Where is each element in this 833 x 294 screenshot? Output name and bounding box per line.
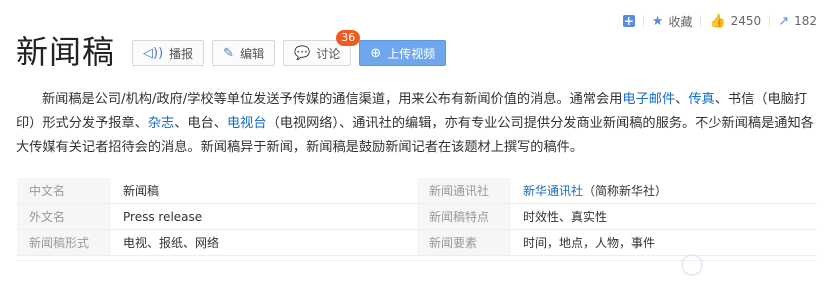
info-value: 时间，地点，人物，事件	[511, 229, 817, 256]
summary-sep: 、	[675, 92, 689, 107]
info-key: 新闻通讯社	[417, 178, 511, 204]
edit-label: 编辑	[240, 46, 265, 61]
watermark-icon	[681, 254, 703, 276]
share-icon: ↗	[778, 13, 790, 29]
info-row: 中文名 新闻稿 新闻通讯社 新华通讯社（简称新华社）	[17, 178, 817, 204]
summary-text-1: 新闻稿是公司/机构/政府/学校等单位发送予传媒的通信渠道，用来公布有新闻价值的消…	[42, 92, 623, 107]
report-button[interactable]: ◁)) 播报	[132, 40, 205, 66]
chat-icon: 💬	[294, 45, 311, 61]
link-xinhua[interactable]: 新华通讯社	[523, 184, 583, 198]
thumbs-up-icon: 👍	[709, 13, 726, 29]
share-button[interactable]: ↗ 182	[770, 12, 825, 30]
info-row: 外文名 Press release 新闻稿特点 时效性、真实性	[17, 203, 817, 230]
star-icon: ★	[651, 13, 664, 29]
favorite-button[interactable]: ★ 收藏	[644, 12, 701, 30]
info-key: 中文名	[17, 178, 111, 204]
page-title: 新闻稿	[16, 33, 116, 71]
top-actions: + ★ 收藏 👍 2450 ↗ 182	[615, 12, 825, 30]
info-key: 新闻稿形式	[17, 229, 111, 256]
link-tv-station[interactable]: 电视台	[227, 116, 267, 131]
share-count: 182	[794, 14, 817, 28]
like-count: 2450	[730, 14, 762, 28]
info-value: 新华通讯社（简称新华社）	[511, 178, 817, 204]
info-key: 新闻要素	[417, 229, 511, 256]
add-button[interactable]: +	[615, 12, 643, 30]
link-magazine[interactable]: 杂志	[148, 116, 174, 131]
summary-text-3: 、电台、	[174, 116, 227, 131]
favorite-label: 收藏	[668, 14, 693, 29]
link-email[interactable]: 电子邮件	[622, 92, 675, 107]
toolbar: ◁)) 播报 ✎ 编辑 💬 讨论 36 ⊕ 上传视频	[132, 30, 454, 66]
info-value: 时效性、真实性	[511, 203, 817, 230]
edit-button[interactable]: ✎ 编辑	[212, 40, 276, 66]
speaker-icon: ◁))	[143, 45, 164, 61]
info-value-rest: （简称新华社）	[583, 184, 668, 198]
discuss-button[interactable]: 💬 讨论 36	[283, 30, 361, 66]
summary-paragraph: 新闻稿是公司/机构/政府/学校等单位发送予传媒的通信渠道，用来公布有新闻价值的消…	[16, 88, 816, 160]
info-row: 新闻稿形式 电视、报纸、网络 新闻要素 时间，地点，人物，事件	[17, 229, 817, 256]
pencil-icon: ✎	[223, 45, 235, 61]
plus-circle-icon: ⊕	[370, 45, 382, 61]
info-key: 新闻稿特点	[417, 203, 511, 230]
discuss-count-badge: 36	[336, 30, 361, 46]
link-fax[interactable]: 传真	[688, 92, 714, 107]
discuss-label: 讨论	[316, 46, 341, 61]
plus-icon: +	[622, 14, 635, 28]
like-button[interactable]: 👍 2450	[701, 12, 769, 30]
info-key: 外文名	[17, 203, 111, 230]
report-label: 播报	[169, 46, 194, 61]
info-value: 新闻稿	[111, 178, 417, 204]
upload-video-button[interactable]: ⊕ 上传视频	[359, 40, 447, 66]
basic-info-table: 中文名 新闻稿 新闻通讯社 新华通讯社（简称新华社） 外文名 Press rel…	[17, 178, 817, 256]
info-value: Press release	[111, 203, 417, 230]
info-value: 电视、报纸、网络	[111, 229, 417, 256]
upload-video-label: 上传视频	[387, 46, 436, 61]
